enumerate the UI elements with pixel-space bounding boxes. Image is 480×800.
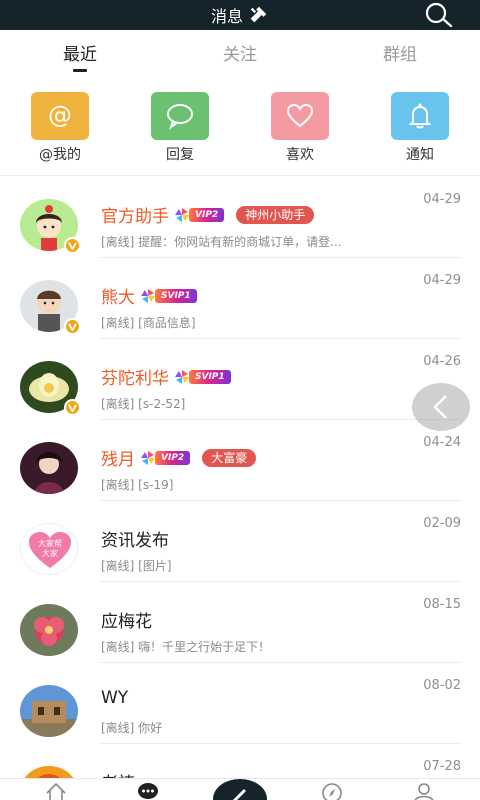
quick-label: 回复 bbox=[166, 147, 194, 163]
avatar bbox=[20, 604, 78, 656]
contact-name: 应梅花 bbox=[101, 612, 152, 632]
contact-name: 残月 bbox=[101, 450, 135, 470]
tools-icon[interactable] bbox=[247, 4, 269, 26]
contact-name: WY bbox=[101, 688, 129, 708]
message-preview: [离线] 提醒：你网站有新的商城订单，请登... bbox=[101, 235, 342, 249]
title-tag: 神州小助手 bbox=[236, 205, 315, 224]
page-title: 消息 bbox=[210, 7, 243, 26]
contact-name-row: 应梅花 bbox=[101, 607, 152, 632]
avatar: 大家帮 大家 bbox=[20, 523, 78, 575]
pinwheel-icon bbox=[141, 288, 155, 303]
quick-label: 通知 bbox=[406, 147, 434, 163]
message-date: 08-02 bbox=[423, 678, 461, 693]
message-preview: [离线] 嗨！千里之行始于足下！ bbox=[101, 640, 271, 654]
vip-badge: VIP2 bbox=[175, 206, 225, 224]
verified-badge-icon bbox=[64, 237, 81, 254]
contact-name: 官方助手 bbox=[101, 207, 169, 227]
pencil-icon bbox=[232, 789, 246, 800]
contact-name: 芬陀利华 bbox=[101, 369, 169, 389]
contact-name-row: 资讯发布 bbox=[101, 526, 169, 551]
chat-bubble-icon bbox=[151, 92, 209, 140]
message-row[interactable]: WY [离线] 你好 08-02 bbox=[0, 663, 480, 744]
message-row[interactable]: 官方助手 VIP2 神州小助手 [离线] 提醒：你网站有新的商城订单，请登...… bbox=[0, 177, 480, 258]
heart-icon bbox=[271, 92, 329, 140]
contact-name-row: 芬陀利华 SVIP1 bbox=[101, 364, 231, 389]
avatar bbox=[20, 442, 78, 494]
message-preview: [离线] [s-19] bbox=[101, 478, 174, 492]
side-back-button[interactable] bbox=[412, 383, 470, 431]
verified-badge-icon bbox=[64, 399, 81, 416]
title-tag: 大富豪 bbox=[202, 448, 257, 467]
message-preview: [离线] [商品信息] bbox=[101, 316, 196, 330]
message-row[interactable]: 残月 VIP2 大富豪 [离线] [s-19] 04-24 bbox=[0, 420, 480, 501]
home-icon[interactable] bbox=[44, 781, 68, 800]
quick-label: @我的 bbox=[39, 147, 81, 163]
contact-name: 资讯发布 bbox=[101, 531, 169, 551]
contact-name-row: 官方助手 VIP2 神州小助手 bbox=[101, 202, 315, 227]
quick-actions: @ @我的 回复 喜欢 通知 bbox=[0, 92, 480, 176]
message-row[interactable]: 大家帮 大家 资讯发布 [离线] [图片] 02-09 bbox=[0, 501, 480, 582]
contact-name: 熊大 bbox=[101, 288, 135, 308]
vip-badge: SVIP1 bbox=[141, 287, 197, 305]
message-list: 官方助手 VIP2 神州小助手 [离线] 提醒：你网站有新的商城订单，请登...… bbox=[0, 177, 480, 778]
header-title-wrap: 消息 bbox=[0, 0, 480, 30]
compass-icon[interactable] bbox=[320, 781, 344, 800]
vip-badge: VIP2 bbox=[141, 449, 191, 467]
message-preview: [离线] 你好 bbox=[101, 721, 163, 735]
profile-icon[interactable] bbox=[412, 781, 436, 800]
quick-notifications[interactable]: 通知 bbox=[360, 92, 480, 175]
contact-name-row: WY bbox=[101, 688, 128, 708]
message-date: 04-29 bbox=[423, 192, 461, 207]
tab-following[interactable]: 关注 bbox=[160, 30, 320, 92]
message-row[interactable]: 熊大 SVIP1 [离线] [商品信息] 04-29 bbox=[0, 258, 480, 339]
message-date: 04-29 bbox=[423, 273, 461, 288]
search-icon[interactable] bbox=[424, 1, 454, 29]
message-date: 02-09 bbox=[423, 516, 461, 531]
messages-icon[interactable] bbox=[136, 781, 160, 800]
tab-recent[interactable]: 最近 bbox=[0, 30, 160, 92]
vip-badge: SVIP1 bbox=[175, 368, 231, 386]
svg-text:@: @ bbox=[48, 101, 72, 129]
message-row[interactable]: 老祷 07-28 bbox=[0, 744, 480, 778]
message-date: 04-26 bbox=[423, 354, 461, 369]
bell-icon bbox=[391, 92, 449, 140]
avatar-logo-text: 大家帮 bbox=[38, 538, 62, 548]
quick-label: 喜欢 bbox=[286, 147, 314, 163]
pinwheel-icon bbox=[175, 369, 189, 384]
message-row[interactable]: 应梅花 [离线] 嗨！千里之行始于足下！ 08-15 bbox=[0, 582, 480, 663]
contact-name: 老祷 bbox=[101, 769, 135, 778]
message-row[interactable]: 芬陀利华 SVIP1 [离线] [s-2-52] 04-26 bbox=[0, 339, 480, 420]
svg-text:大家: 大家 bbox=[42, 548, 58, 558]
avatar bbox=[20, 685, 78, 737]
pinwheel-icon bbox=[175, 207, 189, 222]
tab-groups[interactable]: 群组 bbox=[320, 30, 480, 92]
message-date: 04-24 bbox=[423, 435, 461, 450]
verified-badge-icon bbox=[64, 318, 81, 335]
contact-name-row: 残月 VIP2 大富豪 bbox=[101, 445, 257, 470]
quick-at-me[interactable]: @ @我的 bbox=[0, 92, 120, 175]
at-icon: @ bbox=[31, 92, 89, 140]
quick-replies[interactable]: 回复 bbox=[120, 92, 240, 175]
message-date: 08-15 bbox=[423, 597, 461, 612]
pinwheel-icon bbox=[141, 450, 155, 465]
contact-name-row: 熊大 SVIP1 bbox=[101, 283, 197, 308]
chevron-left-icon bbox=[433, 395, 447, 419]
contact-name-row: 老祷 bbox=[101, 769, 135, 778]
message-preview: [离线] [图片] bbox=[101, 559, 172, 573]
message-preview: [离线] [s-2-52] bbox=[101, 397, 186, 411]
message-date: 07-28 bbox=[423, 759, 461, 774]
avatar bbox=[20, 766, 78, 778]
top-bar: 消息 bbox=[0, 0, 480, 30]
quick-likes[interactable]: 喜欢 bbox=[240, 92, 360, 175]
tab-bar: 最近 关注 群组 bbox=[0, 30, 480, 92]
